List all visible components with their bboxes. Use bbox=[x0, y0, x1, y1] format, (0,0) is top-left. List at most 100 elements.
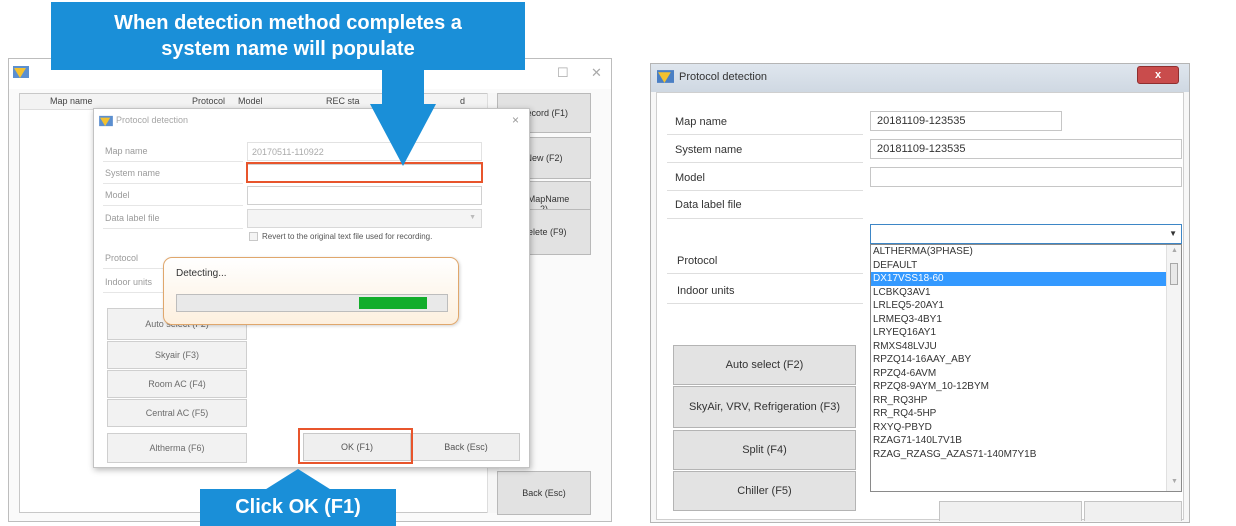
skyair-label: Skyair (F3) bbox=[154, 350, 199, 360]
dropdown-option[interactable]: RZAG_RZASG_AZAS71-140M7Y1B bbox=[871, 448, 1181, 462]
bottom-button-partial[interactable] bbox=[1084, 501, 1182, 521]
data-label-file-label: Data label file bbox=[675, 199, 742, 211]
dialog-app-icon bbox=[99, 115, 113, 127]
revert-checkbox-label: Revert to the original text file used fo… bbox=[262, 232, 433, 241]
dialog-title: Protocol detection bbox=[116, 115, 189, 125]
model-field[interactable] bbox=[247, 186, 482, 205]
auto-select-button[interactable]: Auto select (F2) bbox=[673, 345, 856, 385]
divider bbox=[667, 162, 863, 163]
top-callout: When detection method completes a system… bbox=[51, 2, 525, 70]
detecting-progress-bar bbox=[176, 294, 448, 312]
divider bbox=[103, 183, 243, 184]
protocol-detection-window: Protocol detection x Map name 20181109-1… bbox=[650, 63, 1190, 523]
dropdown-option[interactable]: RXYQ-PBYD bbox=[871, 421, 1181, 435]
dropdown-option[interactable]: LCBKQ3AV1 bbox=[871, 286, 1181, 300]
divider bbox=[103, 205, 243, 206]
altherma-label: Altherma (F6) bbox=[149, 443, 205, 453]
system-name-field[interactable]: 20181109-123535 bbox=[870, 139, 1182, 159]
window-back-button[interactable]: Back (Esc) bbox=[497, 471, 591, 515]
ok-button-highlight bbox=[298, 428, 413, 464]
column-rec-status[interactable]: REC sta bbox=[326, 96, 360, 106]
dropdown-option[interactable]: LRLEQ5-20AY1 bbox=[871, 299, 1181, 313]
new-button-label: New (F2) bbox=[525, 153, 563, 163]
dialog-back-button[interactable]: Back (Esc) bbox=[412, 433, 520, 461]
skyair-button[interactable]: Skyair (F3) bbox=[107, 341, 247, 369]
model-label: Model bbox=[105, 190, 130, 200]
column-truncated[interactable]: d bbox=[460, 96, 465, 106]
bottom-button-partial[interactable] bbox=[939, 501, 1082, 521]
scroll-up-icon[interactable]: ▲ bbox=[1171, 247, 1178, 254]
map-name-field[interactable]: 20170511-110922 bbox=[247, 142, 482, 161]
revert-checkbox[interactable] bbox=[249, 232, 258, 241]
dialog-close-icon[interactable]: × bbox=[512, 113, 519, 127]
app-icon bbox=[657, 70, 674, 83]
window-body: Map name 20181109-123535 System name 201… bbox=[656, 92, 1184, 521]
divider bbox=[103, 161, 243, 162]
data-label-file-label: Data label file bbox=[105, 213, 160, 223]
data-label-file-dropdown[interactable]: ▼ bbox=[870, 224, 1182, 244]
window-back-label: Back (Esc) bbox=[522, 488, 566, 498]
altherma-button[interactable]: Altherma (F6) bbox=[107, 433, 247, 463]
chevron-down-icon: ▼ bbox=[469, 214, 476, 221]
column-map-name[interactable]: Map name bbox=[50, 96, 93, 106]
dropdown-option[interactable]: RR_RQ4-5HP bbox=[871, 407, 1181, 421]
dropdown-option[interactable]: RPZQ8-9AYM_10-12BYM bbox=[871, 380, 1181, 394]
column-model[interactable]: Model bbox=[238, 96, 263, 106]
close-icon[interactable]: x bbox=[1137, 66, 1179, 84]
protocol-label: Protocol bbox=[677, 255, 718, 267]
maximize-icon[interactable]: ☐ bbox=[557, 65, 569, 81]
scroll-thumb[interactable] bbox=[1170, 263, 1178, 285]
dropdown-option[interactable]: LRYEQ16AY1 bbox=[871, 326, 1181, 340]
callout-arrow-down-icon bbox=[370, 58, 436, 166]
split-label: Split (F4) bbox=[742, 444, 787, 456]
top-callout-line2: system name will populate bbox=[161, 38, 415, 60]
central-ac-label: Central AC (F5) bbox=[145, 408, 209, 418]
indoor-units-label: Indoor units bbox=[105, 277, 153, 287]
model-field[interactable] bbox=[870, 167, 1182, 187]
options-scrollbar[interactable]: ▲ ▼ bbox=[1166, 245, 1181, 491]
system-name-highlight bbox=[246, 162, 483, 183]
scroll-down-icon[interactable]: ▼ bbox=[1171, 478, 1178, 485]
map-name-field[interactable]: 20181109-123535 bbox=[870, 111, 1062, 131]
column-protocol[interactable]: Protocol bbox=[192, 96, 225, 106]
auto-select-label: Auto select (F2) bbox=[725, 359, 804, 371]
room-ac-label: Room AC (F4) bbox=[148, 379, 206, 389]
close-icon[interactable]: ✕ bbox=[591, 65, 602, 81]
dropdown-option[interactable]: RMXS48LVJU bbox=[871, 340, 1181, 354]
window-title: Protocol detection bbox=[679, 71, 768, 83]
dropdown-option[interactable]: LRMEQ3-4BY1 bbox=[871, 313, 1181, 327]
map-name-label: Map name bbox=[105, 146, 148, 156]
dropdown-option[interactable]: DX17VSS18-60 bbox=[871, 272, 1181, 286]
dropdown-option[interactable]: RPZQ4-6AVM bbox=[871, 367, 1181, 381]
system-name-label: System name bbox=[105, 168, 161, 178]
chiller-button[interactable]: Chiller (F5) bbox=[673, 471, 856, 511]
dropdown-option[interactable]: RZAG71-140L7V1B bbox=[871, 434, 1181, 448]
detecting-text: Detecting... bbox=[176, 268, 227, 279]
skyair-vrv-label: SkyAir, VRV, Refrigeration (F3) bbox=[688, 401, 840, 413]
chiller-label: Chiller (F5) bbox=[737, 485, 792, 497]
top-callout-line1: When detection method completes a bbox=[114, 12, 462, 34]
window-titlebar: Protocol detection x bbox=[651, 64, 1189, 92]
room-ac-button[interactable]: Room AC (F4) bbox=[107, 370, 247, 398]
split-button[interactable]: Split (F4) bbox=[673, 430, 856, 470]
map-name-label: Map name bbox=[675, 116, 727, 128]
dropdown-option[interactable]: DEFAULT bbox=[871, 259, 1181, 273]
progress-fill bbox=[359, 297, 427, 309]
data-label-file-options[interactable]: ALTHERMA(3PHASE) DEFAULT DX17VSS18-60 LCBKQ… bbox=[870, 244, 1182, 492]
divider bbox=[667, 273, 863, 274]
options-list: ALTHERMA(3PHASE) DEFAULT DX17VSS18-60 LCBKQ… bbox=[871, 245, 1181, 461]
system-name-label: System name bbox=[675, 144, 743, 156]
dropdown-option[interactable]: ALTHERMA(3PHASE) bbox=[871, 245, 1181, 259]
detecting-popup: Detecting... bbox=[163, 257, 459, 325]
dialog-back-label: Back (Esc) bbox=[444, 442, 488, 452]
divider bbox=[667, 218, 863, 219]
bottom-callout: Click OK (F1) bbox=[200, 489, 396, 526]
divider bbox=[667, 303, 863, 304]
model-label: Model bbox=[675, 172, 705, 184]
skyair-vrv-button[interactable]: SkyAir, VRV, Refrigeration (F3) bbox=[673, 386, 856, 428]
central-ac-button[interactable]: Central AC (F5) bbox=[107, 399, 247, 427]
dropdown-option[interactable]: RPZQ14-16AAY_ABY bbox=[871, 353, 1181, 367]
dropdown-option[interactable]: RR_RQ3HP bbox=[871, 394, 1181, 408]
divider bbox=[667, 190, 863, 191]
data-label-file-dropdown[interactable]: ▼ bbox=[247, 209, 482, 228]
